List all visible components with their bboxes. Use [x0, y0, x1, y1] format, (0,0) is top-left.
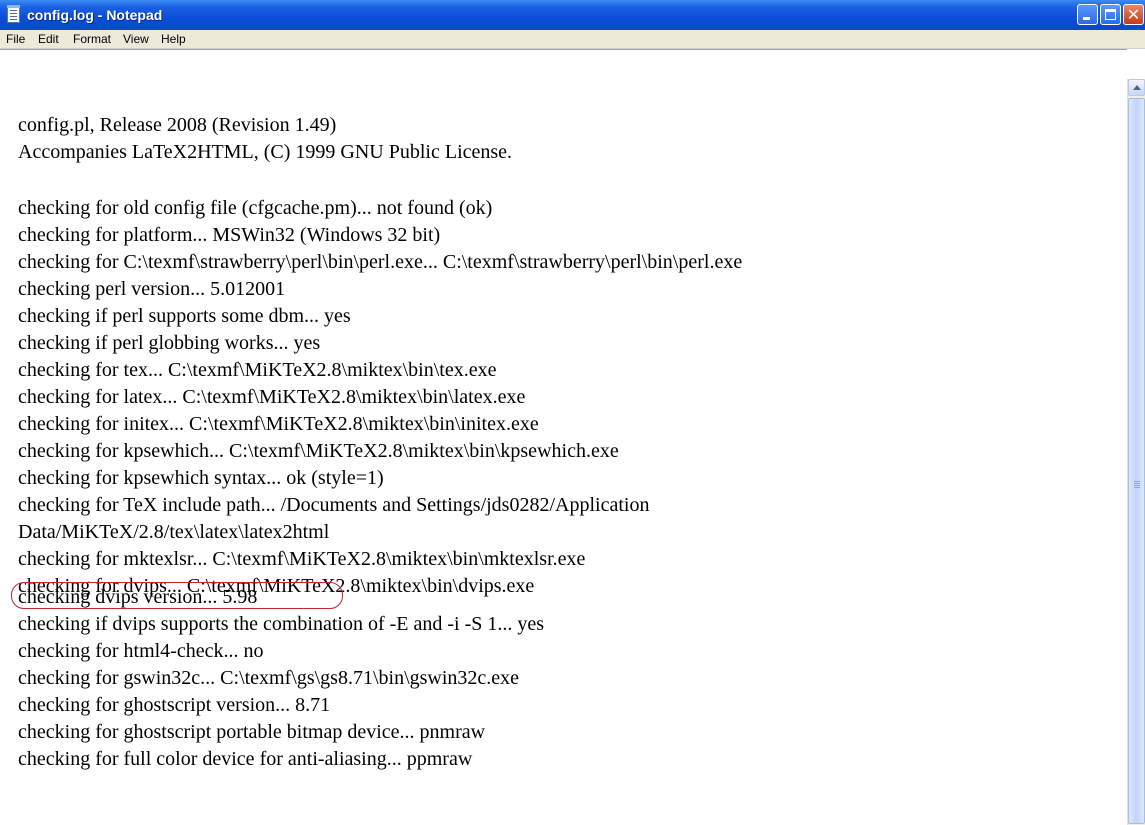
menu-view[interactable]: View: [123, 32, 149, 47]
maximize-button[interactable]: [1100, 4, 1121, 25]
text-line: checking for initex... C:\texmf\MiKTeX2.…: [18, 413, 539, 435]
text-line: checking for mktexlsr... C:\texmf\MiKTeX…: [18, 548, 586, 570]
text-line: checking for C:\texmf\strawberry\perl\bi…: [18, 251, 743, 273]
text-line: checking if perl supports some dbm... ye…: [18, 305, 351, 327]
text-line: checking for tex... C:\texmf\MiKTeX2.8\m…: [18, 359, 497, 381]
close-button[interactable]: ✕: [1123, 4, 1144, 25]
text-line: Accompanies LaTeX2HTML, (C) 1999 GNU Pub…: [18, 141, 513, 163]
menu-help[interactable]: Help: [161, 32, 186, 47]
text-line: checking for full color device for anti-…: [18, 748, 473, 770]
vertical-scrollbar[interactable]: [1127, 79, 1145, 825]
text-line: checking for TeX include path... /Docume…: [18, 494, 650, 516]
notepad-icon[interactable]: [7, 5, 20, 23]
menu-bar: File Edit Format View Help: [0, 30, 1145, 49]
red-highlight-circle: [11, 582, 343, 609]
text-line: checking for old config file (cfgcache.p…: [18, 197, 493, 219]
text-line: checking for html4-check... no: [18, 640, 264, 662]
text-line: checking for gswin32c... C:\texmf\gs\gs8…: [18, 667, 520, 689]
menu-file[interactable]: File: [6, 32, 25, 47]
text-line: checking for ghostscript version... 8.71: [18, 694, 331, 716]
menu-format[interactable]: Format: [73, 32, 111, 47]
title-bar[interactable]: config.log - Notepad ✕: [0, 0, 1145, 30]
text-line: checking if perl globbing works... yes: [18, 332, 321, 354]
text-line: checking for ghostscript portable bitmap…: [18, 721, 486, 743]
text-line: checking for kpsewhich syntax... ok (sty…: [18, 467, 384, 489]
text-line: checking for latex... C:\texmf\MiKTeX2.8…: [18, 386, 526, 408]
scroll-up-button[interactable]: [1128, 79, 1145, 96]
text-line: checking perl version... 5.012001: [18, 278, 286, 300]
scrollbar-thumb[interactable]: [1128, 98, 1145, 824]
text-line: checking for kpsewhich... C:\texmf\MiKTe…: [18, 440, 619, 462]
text-editor-area[interactable]: config.pl, Release 2008 (Revision 1.49) …: [0, 49, 1127, 825]
text-line: Data/MiKTeX/2.8/tex\latex\latex2html: [18, 521, 330, 543]
close-icon: ✕: [1126, 5, 1141, 24]
menu-edit[interactable]: Edit: [38, 32, 59, 47]
text-line: checking for platform... MSWin32 (Window…: [18, 224, 441, 246]
text-line: config.pl, Release 2008 (Revision 1.49): [18, 114, 337, 136]
window-title: config.log - Notepad: [27, 7, 163, 23]
grip-icon: [1134, 481, 1140, 482]
text-line: checking if dvips supports the combinati…: [18, 613, 545, 635]
minimize-button[interactable]: [1077, 4, 1098, 25]
